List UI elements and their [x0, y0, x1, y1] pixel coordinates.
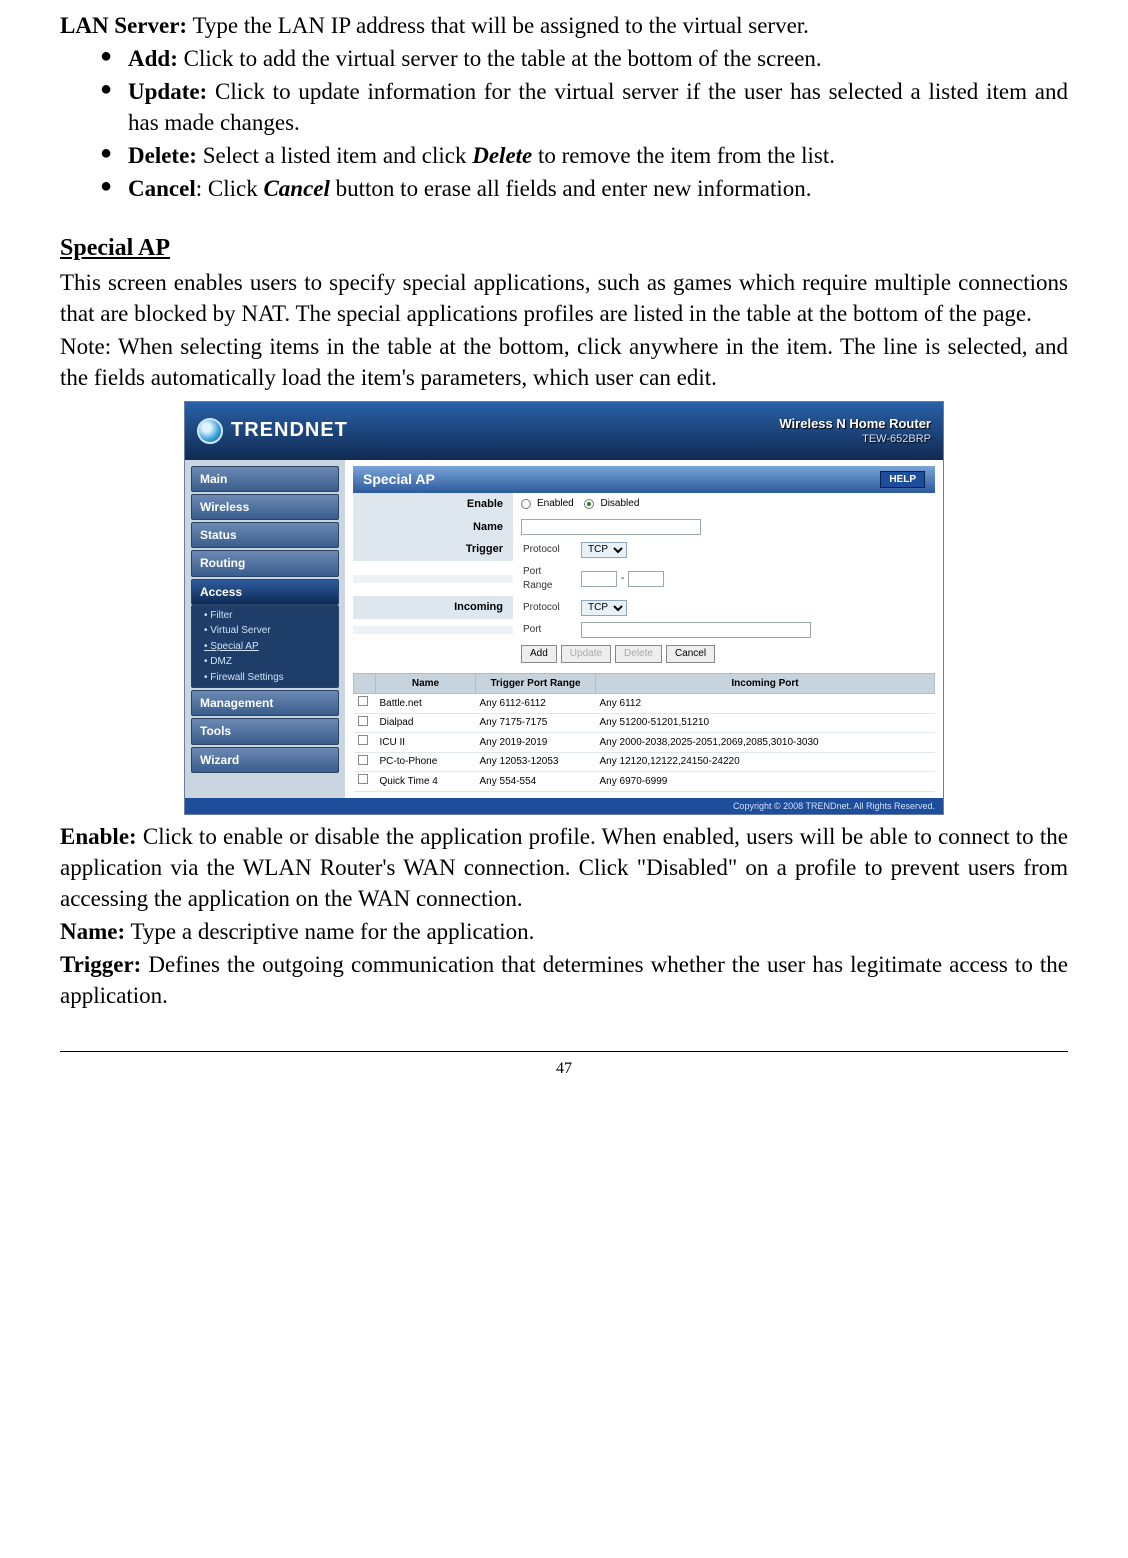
- label-port-range: Port Range: [513, 561, 573, 596]
- cell-incoming: Any 51200-51201,51210: [596, 713, 935, 733]
- cell-name: Quick Time 4: [376, 772, 476, 792]
- th-trigger: Trigger Port Range: [476, 673, 596, 694]
- sidebar-item-wizard[interactable]: Wizard: [191, 747, 339, 773]
- sidebar-item-status[interactable]: Status: [191, 522, 339, 548]
- port-range-to[interactable]: [628, 571, 664, 587]
- cell-incoming: Any 12120,12122,24150-24220: [596, 752, 935, 772]
- sidebar-item-management[interactable]: Management: [191, 690, 339, 716]
- row-checkbox[interactable]: [358, 774, 368, 784]
- incoming-protocol-select[interactable]: TCP: [581, 600, 627, 616]
- row-checkbox[interactable]: [358, 716, 368, 726]
- cell-incoming: Any 2000-2038,2025-2051,2069,2085,3010-3…: [596, 733, 935, 753]
- help-button[interactable]: HELP: [880, 471, 925, 489]
- radio-enabled[interactable]: [521, 499, 531, 509]
- header-line1: Wireless N Home Router: [779, 415, 931, 433]
- update-button[interactable]: Update: [561, 645, 611, 663]
- row-checkbox[interactable]: [358, 755, 368, 765]
- sidebar-item-routing[interactable]: Routing: [191, 550, 339, 576]
- special-ap-p2: Note: When selecting items in the table …: [60, 331, 1068, 393]
- sub-firewall[interactable]: • Firewall Settings: [192, 670, 338, 686]
- label-incoming: Incoming: [353, 596, 513, 619]
- special-ap-heading: Special AP: [60, 232, 1068, 264]
- brand-text: TRENDNET: [231, 417, 348, 444]
- th-check: [354, 673, 376, 694]
- cell-trigger: Any 7175-7175: [476, 713, 596, 733]
- sidebar-item-wireless[interactable]: Wireless: [191, 494, 339, 520]
- cell-name: Dialpad: [376, 713, 476, 733]
- page-number: 47: [60, 1052, 1068, 1100]
- th-incoming: Incoming Port: [596, 673, 935, 694]
- router-footer: Copyright © 2008 TRENDnet. All Rights Re…: [185, 798, 943, 814]
- table-row[interactable]: Battle.netAny 6112-6112Any 6112: [354, 694, 935, 714]
- sub-dmz[interactable]: • DMZ: [192, 654, 338, 670]
- bullet-update: Update: Click to update information for …: [100, 76, 1068, 138]
- add-button[interactable]: Add: [521, 645, 557, 663]
- lan-server-text: Type the LAN IP address that will be ass…: [187, 13, 809, 38]
- lan-server-line: LAN Server: Type the LAN IP address that…: [60, 10, 1068, 41]
- table-row[interactable]: Quick Time 4Any 554-554Any 6970-6999: [354, 772, 935, 792]
- def-name: Name: Type a descriptive name for the ap…: [60, 916, 1068, 947]
- cell-trigger: Any 554-554: [476, 772, 596, 792]
- name-input[interactable]: [521, 519, 701, 535]
- sidebar-item-access[interactable]: Access: [191, 579, 339, 605]
- content-panel: Special AP HELP Enable Enabled Disabled: [345, 460, 943, 798]
- row-checkbox[interactable]: [358, 696, 368, 706]
- header-right: Wireless N Home Router TEW-652BRP: [779, 415, 931, 447]
- label-enable: Enable: [353, 493, 513, 516]
- panel-title-text: Special AP: [363, 470, 435, 489]
- cell-trigger: Any 6112-6112: [476, 694, 596, 714]
- bullet-delete: Delete: Select a listed item and click D…: [100, 140, 1068, 171]
- cell-incoming: Any 6112: [596, 694, 935, 714]
- special-ap-p1: This screen enables users to specify spe…: [60, 267, 1068, 329]
- trigger-protocol-select[interactable]: TCP: [581, 542, 627, 558]
- label-incoming-port: Port: [513, 619, 573, 641]
- brand-icon: [197, 418, 223, 444]
- profiles-table: Name Trigger Port Range Incoming Port Ba…: [353, 673, 935, 792]
- bullet-add: Add: Click to add the virtual server to …: [100, 43, 1068, 74]
- sub-special-ap[interactable]: • Special AP: [192, 639, 338, 655]
- label-incoming-protocol: Protocol: [513, 597, 573, 619]
- screenshot-figure: TRENDNET Wireless N Home Router TEW-652B…: [60, 401, 1068, 815]
- table-row[interactable]: DialpadAny 7175-7175Any 51200-51201,5121…: [354, 713, 935, 733]
- radio-disabled[interactable]: [584, 499, 594, 509]
- cell-trigger: Any 12053-12053: [476, 752, 596, 772]
- cell-incoming: Any 6970-6999: [596, 772, 935, 792]
- table-row[interactable]: PC-to-PhoneAny 12053-12053Any 12120,1212…: [354, 752, 935, 772]
- table-row[interactable]: ICU IIAny 2019-2019Any 2000-2038,2025-20…: [354, 733, 935, 753]
- panel-title-bar: Special AP HELP: [353, 466, 935, 493]
- th-name: Name: [376, 673, 476, 694]
- row-checkbox[interactable]: [358, 735, 368, 745]
- cancel-button[interactable]: Cancel: [666, 645, 715, 663]
- cell-trigger: Any 2019-2019: [476, 733, 596, 753]
- def-trigger: Trigger: Defines the outgoing communicat…: [60, 949, 1068, 1011]
- header-line2: TEW-652BRP: [779, 432, 931, 447]
- incoming-port-input[interactable]: [581, 622, 811, 638]
- label-trigger-protocol: Protocol: [513, 539, 573, 561]
- sub-filter[interactable]: • Filter: [192, 608, 338, 624]
- bullet-cancel: Cancel: Click Cancel button to erase all…: [100, 173, 1068, 204]
- port-range-from[interactable]: [581, 571, 617, 587]
- router-ui: TRENDNET Wireless N Home Router TEW-652B…: [184, 401, 944, 815]
- sidebar-item-main[interactable]: Main: [191, 466, 339, 492]
- sidebar-item-tools[interactable]: Tools: [191, 718, 339, 744]
- router-header: TRENDNET Wireless N Home Router TEW-652B…: [185, 402, 943, 460]
- sidebar-sublist: • Filter • Virtual Server • Special AP •…: [191, 605, 339, 689]
- brand: TRENDNET: [197, 417, 348, 444]
- label-trigger: Trigger: [353, 538, 513, 561]
- sidebar: Main Wireless Status Routing Access • Fi…: [185, 460, 345, 798]
- sub-virtual-server[interactable]: • Virtual Server: [192, 623, 338, 639]
- cell-name: ICU II: [376, 733, 476, 753]
- cell-name: PC-to-Phone: [376, 752, 476, 772]
- label-name: Name: [353, 516, 513, 539]
- lan-server-label: LAN Server:: [60, 13, 187, 38]
- def-enable: Enable: Click to enable or disable the a…: [60, 821, 1068, 914]
- cell-name: Battle.net: [376, 694, 476, 714]
- delete-button[interactable]: Delete: [615, 645, 662, 663]
